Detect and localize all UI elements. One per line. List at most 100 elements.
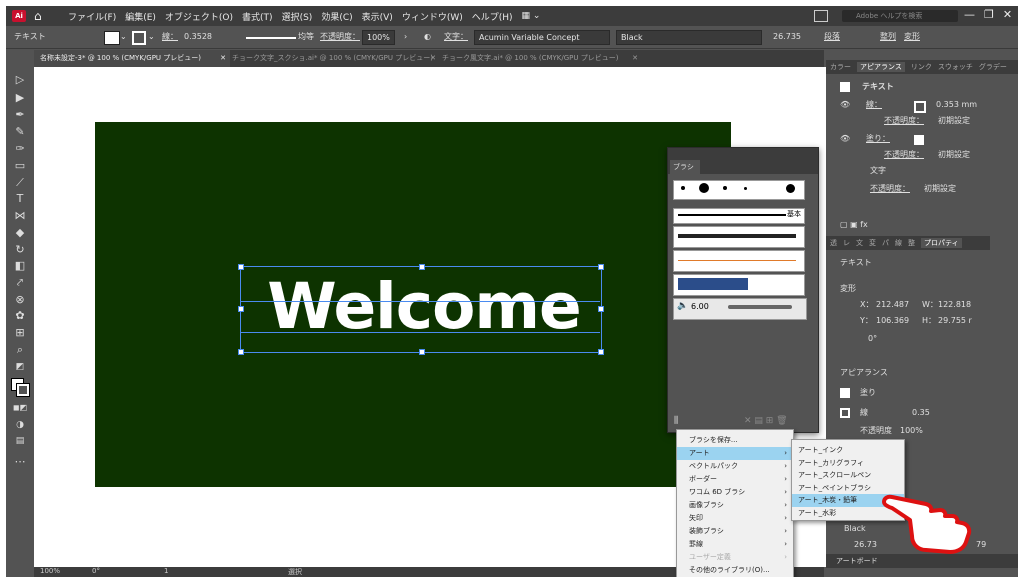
- eyedropper-tool-icon[interactable]: ⤤: [11, 275, 29, 290]
- opacity-input[interactable]: 100%: [362, 30, 395, 45]
- default-colors-icon[interactable]: ◩: [11, 360, 29, 375]
- tab-gradient[interactable]: グラデー: [979, 62, 1007, 72]
- brush-dot[interactable]: [681, 186, 685, 190]
- menu-effect[interactable]: 効果(C): [321, 10, 352, 23]
- font-family-input[interactable]: Acumin Variable Concept: [474, 30, 610, 45]
- minimize-icon[interactable]: —: [964, 8, 975, 21]
- opacity-value[interactable]: 100%: [900, 424, 923, 438]
- anchor-tool-icon[interactable]: ✑: [11, 141, 29, 156]
- brush-row-arrow[interactable]: [673, 250, 805, 272]
- stroke-weight-value[interactable]: 0.35: [912, 406, 930, 420]
- transform-button[interactable]: 変形: [904, 30, 920, 44]
- artboard-tool-icon[interactable]: ⊞: [11, 325, 29, 340]
- appearance-footer-icons[interactable]: ▢ ▣ fx: [840, 218, 868, 232]
- selection-tool-icon[interactable]: ▷: [11, 72, 29, 87]
- stroke-swatch[interactable]: [840, 408, 850, 418]
- brush-dot[interactable]: [699, 183, 709, 193]
- brush-menu-item[interactable]: 画像ブラシ ›: [677, 499, 793, 512]
- opacity-label[interactable]: 不透明度：: [884, 148, 924, 162]
- reflect-tool-icon[interactable]: ⋈: [11, 208, 29, 223]
- eye-icon[interactable]: 👁: [840, 132, 850, 146]
- close-icon[interactable]: ✕: [1003, 8, 1012, 21]
- tab-appearance[interactable]: アピアランス: [857, 62, 905, 72]
- fill-swatch[interactable]: [914, 135, 924, 145]
- art-submenu-item[interactable]: アート_スクロールペン: [792, 469, 904, 482]
- chevron-right-icon[interactable]: ›: [404, 30, 407, 44]
- symbol-tool-icon[interactable]: ✿: [11, 308, 29, 323]
- font-size-value[interactable]: 26.73: [854, 538, 877, 552]
- x-value[interactable]: 212.487: [876, 298, 909, 312]
- stroke-weight-value[interactable]: 0.3528: [184, 30, 212, 44]
- type-tool-icon[interactable]: T: [11, 191, 29, 206]
- brush-menu-item[interactable]: 矢印 ›: [677, 512, 793, 525]
- tab-layers[interactable]: レ: [843, 238, 850, 248]
- art-submenu-item[interactable]: アート_カリグラフィ: [792, 457, 904, 470]
- stroke-label[interactable]: 線：: [866, 98, 882, 112]
- tab-artboards[interactable]: アートボード: [836, 554, 878, 568]
- tab-document-2[interactable]: チョーク文字_スクショ.ai* @ 100 % (CMYK/GPU プレビュー)…: [226, 50, 440, 67]
- leading-value[interactable]: 79: [976, 538, 986, 552]
- brush-dot[interactable]: [723, 186, 727, 190]
- pen-tool-icon[interactable]: ✒: [11, 107, 29, 122]
- gradient-tool-icon[interactable]: ◧: [11, 258, 29, 273]
- restore-icon[interactable]: ❐: [984, 8, 994, 21]
- menu-file[interactable]: ファイル(F): [68, 10, 116, 23]
- charcoal-brush-stroke[interactable]: [678, 234, 796, 238]
- menu-view[interactable]: 表示(V): [362, 10, 393, 23]
- tab-document-1[interactable]: 名称未設定-3* @ 100 % (CMYK/GPU プレビュー) ✕: [34, 50, 230, 67]
- direct-selection-tool-icon[interactable]: ▶: [11, 90, 29, 105]
- menu-object[interactable]: オブジェクト(O): [165, 10, 233, 23]
- workspace-grid-icon[interactable]: ▦ ⌄: [522, 11, 541, 21]
- brush-menu-item[interactable]: ブラシを保存...: [677, 434, 793, 447]
- tab-stroke[interactable]: 線: [895, 238, 902, 248]
- fill-label[interactable]: 塗り：: [866, 132, 890, 146]
- y-value[interactable]: 106.369: [876, 314, 909, 328]
- menu-window[interactable]: ウィンドウ(W): [402, 10, 463, 23]
- pattern-brush-stroke[interactable]: [678, 278, 748, 290]
- brush-menu-item[interactable]: 罫線 ›: [677, 538, 793, 551]
- opacity-label[interactable]: 不透明度：: [884, 114, 924, 128]
- page-number[interactable]: 1: [164, 567, 168, 575]
- font-size-value[interactable]: 26.735: [773, 30, 801, 44]
- chevron-down-icon[interactable]: ⌄: [120, 30, 127, 44]
- resize-handle[interactable]: [238, 349, 244, 355]
- brush-menu-item[interactable]: 装飾ブラシ ›: [677, 525, 793, 538]
- curvature-tool-icon[interactable]: ✎: [11, 124, 29, 139]
- fill-swatch[interactable]: [840, 388, 850, 398]
- resize-handle[interactable]: [419, 264, 425, 270]
- brush-row-dots[interactable]: [673, 180, 805, 200]
- color-mode-icon[interactable]: ◼◩: [11, 400, 29, 415]
- align-button[interactable]: 整列: [880, 30, 896, 44]
- brush-row-basic[interactable]: [673, 208, 805, 224]
- stroke-swatch[interactable]: [914, 101, 926, 113]
- zoom-tool-icon[interactable]: ⌕: [11, 342, 29, 357]
- tab-links[interactable]: リンク: [911, 62, 932, 72]
- stroke-label[interactable]: 線：: [162, 30, 178, 44]
- art-submenu-item[interactable]: アート_インク: [792, 444, 904, 457]
- chevron-down-icon[interactable]: ⌄: [148, 30, 155, 44]
- brush-dot[interactable]: [744, 187, 747, 190]
- tab-document-3[interactable]: チョーク風文字.ai* @ 100 % (CMYK/GPU プレビュー) ✕: [436, 50, 642, 67]
- w-value[interactable]: 122.818: [938, 298, 971, 312]
- fill-swatch[interactable]: [104, 31, 120, 45]
- brush-menu-item[interactable]: ベクトルパック ›: [677, 460, 793, 473]
- font-label[interactable]: 文字：: [444, 30, 468, 44]
- resize-handle[interactable]: [419, 349, 425, 355]
- tab-pathfinder[interactable]: パ: [882, 238, 889, 248]
- arrange-documents-icon[interactable]: [814, 10, 828, 22]
- basic-brush-stroke[interactable]: [678, 214, 786, 216]
- tab-color[interactable]: カラー: [830, 62, 851, 72]
- recolor-icon[interactable]: ◐: [424, 30, 431, 44]
- rotate-tool-icon[interactable]: ↻: [11, 242, 29, 257]
- opacity-label[interactable]: 不透明度：: [870, 182, 910, 196]
- paragraph-button[interactable]: 段落: [824, 30, 840, 44]
- font-style-value[interactable]: Black: [844, 522, 866, 536]
- watercolor-brush-stroke[interactable]: [728, 305, 792, 309]
- rotation-value[interactable]: 0°: [92, 567, 100, 575]
- stroke-profile-value[interactable]: 均等: [298, 30, 314, 44]
- h-value[interactable]: 29.755 r: [938, 314, 972, 328]
- brush-tool-icon[interactable]: ⟋: [11, 175, 29, 190]
- home-icon[interactable]: ⌂: [34, 9, 48, 23]
- tab-character[interactable]: 文: [856, 238, 863, 248]
- resize-handle[interactable]: [598, 264, 604, 270]
